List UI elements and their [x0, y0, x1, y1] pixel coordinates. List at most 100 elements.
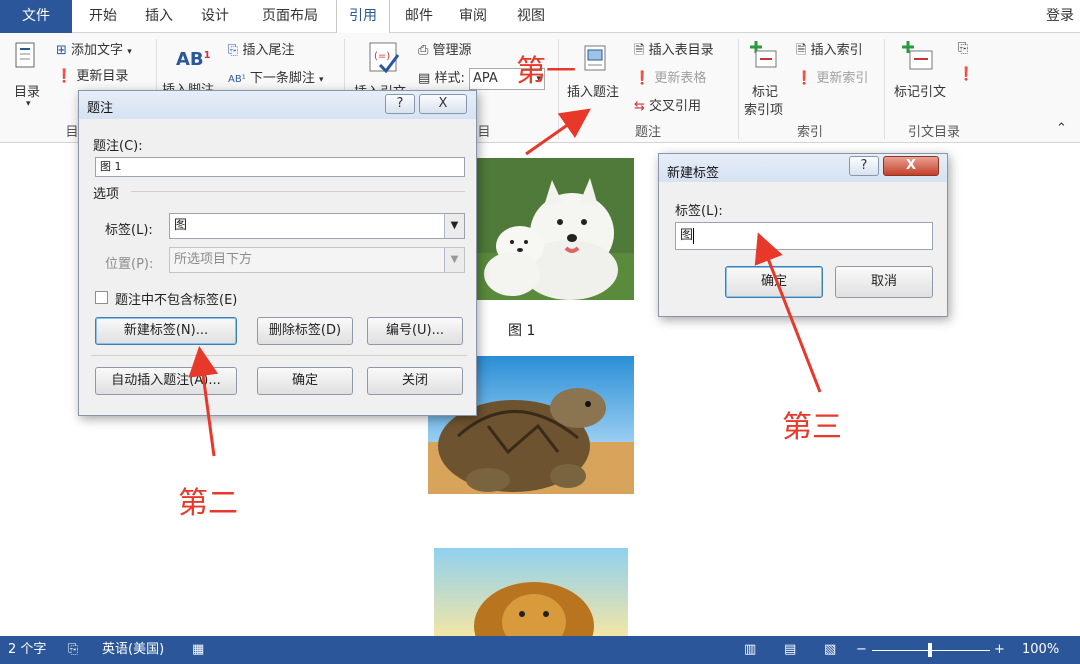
help-button[interactable]: ? [385, 94, 415, 114]
svg-text:(=): (=) [374, 51, 390, 62]
mark-citation-button[interactable]: 标记引文 [894, 81, 946, 100]
style-value: APA [472, 70, 498, 86]
cross-reference-icon: ⇆ [634, 99, 645, 114]
insert-table-of-figures-button[interactable]: 🗎 插入表目录 [634, 39, 714, 63]
help-icon: ? [860, 158, 868, 173]
caption-close-button[interactable]: 关闭 [367, 367, 463, 395]
dialog-divider [91, 355, 467, 356]
tab-mailings[interactable]: 邮件 [396, 0, 442, 33]
add-text-button[interactable]: ⊞ 添加文字 ▾ [56, 39, 132, 58]
update-table-button[interactable]: ❗ 更新表格 [634, 67, 706, 86]
zoom-out-button[interactable]: − [856, 636, 867, 664]
chevron-down-icon: ▾ [127, 47, 132, 57]
new-label-dialog: 新建标签 ? X 标签(L): 图 确定 取消 [658, 153, 948, 317]
mark-entry-icon [750, 39, 778, 69]
dog-image [472, 158, 634, 300]
position-label: 位置(P): [105, 257, 154, 272]
insert-index-label: 插入索引 [810, 43, 863, 58]
update-table-icon: ❗ [634, 71, 651, 86]
add-text-label: 添加文字 [71, 43, 124, 58]
update-index-button[interactable]: ❗ 更新索引 [796, 67, 868, 86]
tab-home[interactable]: 开始 [80, 0, 126, 33]
new-label-label: 标签(L): [675, 204, 723, 219]
caption-dialog-title: 题注 [87, 101, 114, 116]
exclude-label-checkbox[interactable] [95, 291, 108, 304]
update-index-icon: ❗ [796, 71, 813, 86]
style-label: 样式: [434, 71, 465, 86]
numbering-button[interactable]: 编号(U)... [367, 317, 463, 345]
label-dropdown-value: 图 [174, 218, 188, 233]
update-toc-icon: ❗ [56, 69, 73, 84]
delete-label-button[interactable]: 删除标签(D) [257, 317, 353, 345]
update-index-label: 更新索引 [816, 71, 869, 86]
insert-toa-icon[interactable]: ⎘ [958, 41, 968, 56]
caption-dialog-close-button[interactable]: X [419, 94, 467, 114]
update-toa-icon[interactable]: ❗ [958, 67, 974, 82]
chevron-down-icon: ▾ [319, 75, 324, 85]
toc-button[interactable]: 目录 [14, 81, 40, 100]
chevron-down-icon[interactable]: ▼ [444, 248, 464, 272]
tab-design[interactable]: 设计 [192, 0, 238, 33]
position-dropdown[interactable]: 所选项目下方 ▼ [169, 247, 465, 273]
word-count[interactable]: 2 个字 [8, 636, 46, 664]
toc-dropdown-icon: ▾ [26, 99, 31, 109]
next-footnote-label: 下一条脚注 [249, 71, 315, 86]
tab-references[interactable]: 引用 [336, 0, 390, 34]
table-of-figures-icon: 🗎 [634, 43, 645, 58]
caption-input[interactable]: 图 1 [95, 157, 465, 177]
tab-view[interactable]: 视图 [508, 0, 554, 33]
proofing-icon[interactable]: ⎘ [68, 636, 78, 664]
group-captions-label: 题注 [634, 125, 661, 140]
style-icon: ▤ [418, 71, 431, 86]
zoom-level[interactable]: 100% [1022, 636, 1059, 664]
cross-reference-label: 交叉引用 [649, 99, 702, 114]
insert-index-button[interactable]: 🗎 插入索引 [796, 39, 863, 63]
insert-table-of-figures-label: 插入表目录 [648, 43, 714, 58]
next-footnote-button[interactable]: AB¹ 下一条脚注 ▾ [228, 67, 324, 86]
mark-entry-button-line2[interactable]: 索引项 [744, 99, 783, 118]
caption-label: 题注(C): [93, 139, 143, 154]
help-button[interactable]: ? [849, 156, 879, 176]
tab-layout[interactable]: 页面布局 [250, 0, 330, 33]
chevron-down-icon[interactable]: ▼ [444, 214, 464, 238]
collapse-ribbon-icon[interactable]: ⌃ [1056, 121, 1067, 136]
new-label-input[interactable]: 图 [675, 222, 933, 250]
options-heading: 选项 [93, 187, 120, 202]
tab-insert[interactable]: 插入 [136, 0, 182, 33]
print-layout-icon[interactable]: ▤ [784, 636, 796, 664]
ribbon-tab-bar: 文件 开始 插入 设计 页面布局 引用 邮件 审阅 视图 登录 [0, 0, 1080, 34]
zoom-in-button[interactable]: + [994, 636, 1005, 664]
mark-entry-button[interactable]: 标记 [752, 81, 778, 100]
language-indicator[interactable]: 英语(美国) [102, 636, 164, 664]
web-layout-icon[interactable]: ▧ [824, 636, 836, 664]
caption-dialog: 题注 ? X 题注(C): 图 1 选项 标签(L): 图 ▼ 位置(P): 所… [78, 90, 477, 416]
new-label-dialog-close-button[interactable]: X [883, 156, 939, 176]
text-cursor [693, 227, 695, 244]
citation-icon: (=) [368, 41, 402, 75]
figure-1-caption: 图 1 [508, 323, 536, 339]
update-toc-label: 更新目录 [76, 69, 129, 84]
tab-file[interactable]: 文件 [0, 0, 72, 33]
manage-sources-button[interactable]: ⎙ 管理源 [418, 39, 472, 58]
new-label-cancel-button[interactable]: 取消 [835, 266, 933, 298]
zoom-slider-handle[interactable] [928, 643, 932, 657]
caption-ok-button[interactable]: 确定 [257, 367, 353, 395]
cross-reference-button[interactable]: ⇆ 交叉引用 [634, 95, 701, 114]
new-label-ok-button[interactable]: 确定 [725, 266, 823, 298]
annotation-first: 第一 [516, 54, 576, 89]
tab-review[interactable]: 审阅 [450, 0, 496, 33]
login-link[interactable]: 登录 [1046, 0, 1074, 33]
label-dropdown[interactable]: 图 ▼ [169, 213, 465, 239]
group-separator [738, 39, 739, 139]
group-separator [884, 39, 885, 139]
label-label: 标签(L): [105, 223, 153, 238]
insert-index-icon: 🗎 [796, 43, 807, 58]
update-toc-button[interactable]: ❗ 更新目录 [56, 65, 128, 84]
macro-icon[interactable]: ▦ [192, 636, 204, 664]
new-label-input-value: 图 [680, 228, 694, 243]
new-label-button[interactable]: 新建标签(N)... [95, 317, 237, 345]
status-bar: 2 个字 ⎘ 英语(美国) ▦ ▥ ▤ ▧ − + 100% [0, 636, 1080, 664]
autocaption-button[interactable]: 自动插入题注(A)... [95, 367, 237, 395]
insert-endnote-button[interactable]: ⎘ 插入尾注 [228, 39, 295, 58]
read-mode-icon[interactable]: ▥ [744, 636, 756, 664]
